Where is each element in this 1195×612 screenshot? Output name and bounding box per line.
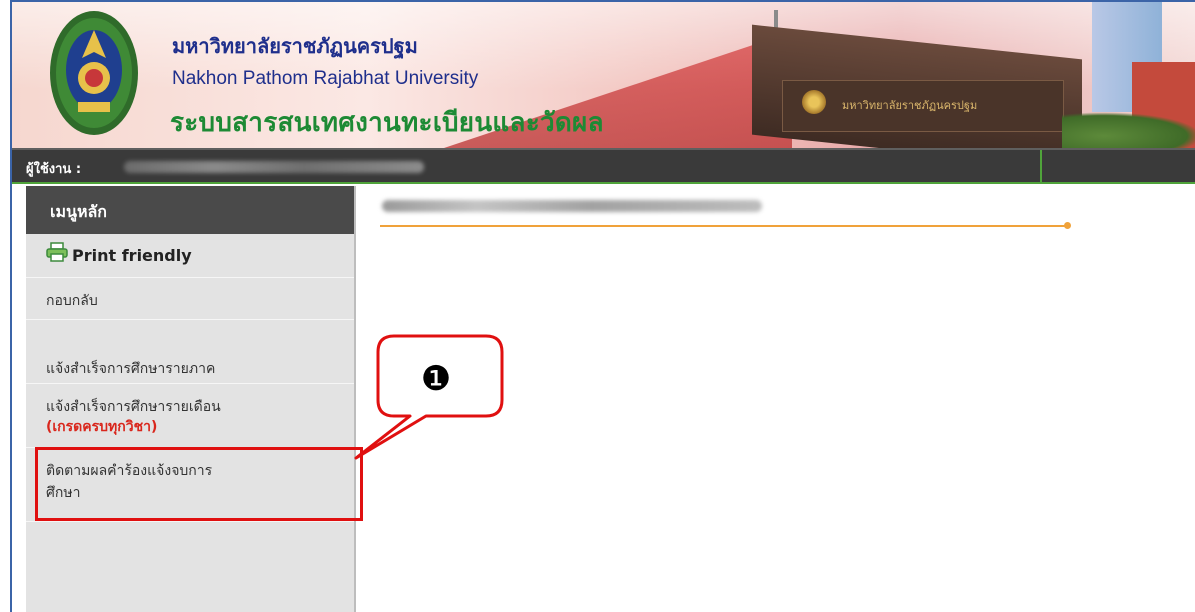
building-sign-text: มหาวิทยาลัยราชภัฏนครปฐม xyxy=(842,99,978,112)
university-name-english: Nakhon Pathom Rajabhat University xyxy=(172,68,479,89)
sidebar-menu: เมนูหลัก Print friendly กอบกลับ แจ้งสำเร… xyxy=(26,186,356,612)
sidebar-item-label: กอบกลับ xyxy=(46,293,98,309)
user-bar: ผู้ใช้งาน : xyxy=(12,148,1195,184)
system-title: ระบบสารสนเทศงานทะเบียนและวัดผล xyxy=(170,108,604,138)
step-number: ❶ xyxy=(420,359,452,399)
title-underline xyxy=(380,225,1070,227)
annotation-highlight-box xyxy=(35,447,363,521)
user-label: ผู้ใช้งาน : xyxy=(26,162,82,177)
menu-header: เมนูหลัก xyxy=(26,186,354,234)
sidebar-item-label: แจ้งสำเร็จการศึกษารายเดือน xyxy=(46,399,221,415)
underline-dot xyxy=(1064,222,1071,229)
user-name-redacted xyxy=(124,161,424,173)
sidebar-item-semester-graduation[interactable]: แจ้งสำเร็จการศึกษารายภาค xyxy=(26,346,354,388)
page-frame: มหาวิทยาลัยราชภัฏนครปฐม มหาวิทยาลัยราชภั… xyxy=(10,0,1195,612)
sidebar-item-back[interactable]: กอบกลับ xyxy=(26,278,354,320)
university-logo-icon xyxy=(50,11,138,135)
sidebar-item-print-friendly[interactable]: Print friendly xyxy=(26,234,354,278)
header-banner: มหาวิทยาลัยราชภัฏนครปฐม มหาวิทยาลัยราชภั… xyxy=(12,2,1195,148)
sidebar-item-monthly-graduation[interactable]: แจ้งสำเร็จการศึกษารายเดือน (เกรดครบทุกวิ… xyxy=(26,386,354,448)
sidebar-item-label: Print friendly xyxy=(72,246,192,265)
content-title-redacted xyxy=(382,200,762,212)
menu-title: เมนูหลัก xyxy=(50,202,107,221)
sign-emblem-icon xyxy=(802,90,826,114)
sidebar-item-label: แจ้งสำเร็จการศึกษารายภาค xyxy=(46,361,216,377)
university-name-thai: มหาวิทยาลัยราชภัฏนครปฐม xyxy=(172,34,418,58)
sidebar-item-note: (เกรดครบทุกวิชา) xyxy=(46,419,158,435)
printer-icon xyxy=(46,242,68,262)
trees xyxy=(1062,112,1195,148)
